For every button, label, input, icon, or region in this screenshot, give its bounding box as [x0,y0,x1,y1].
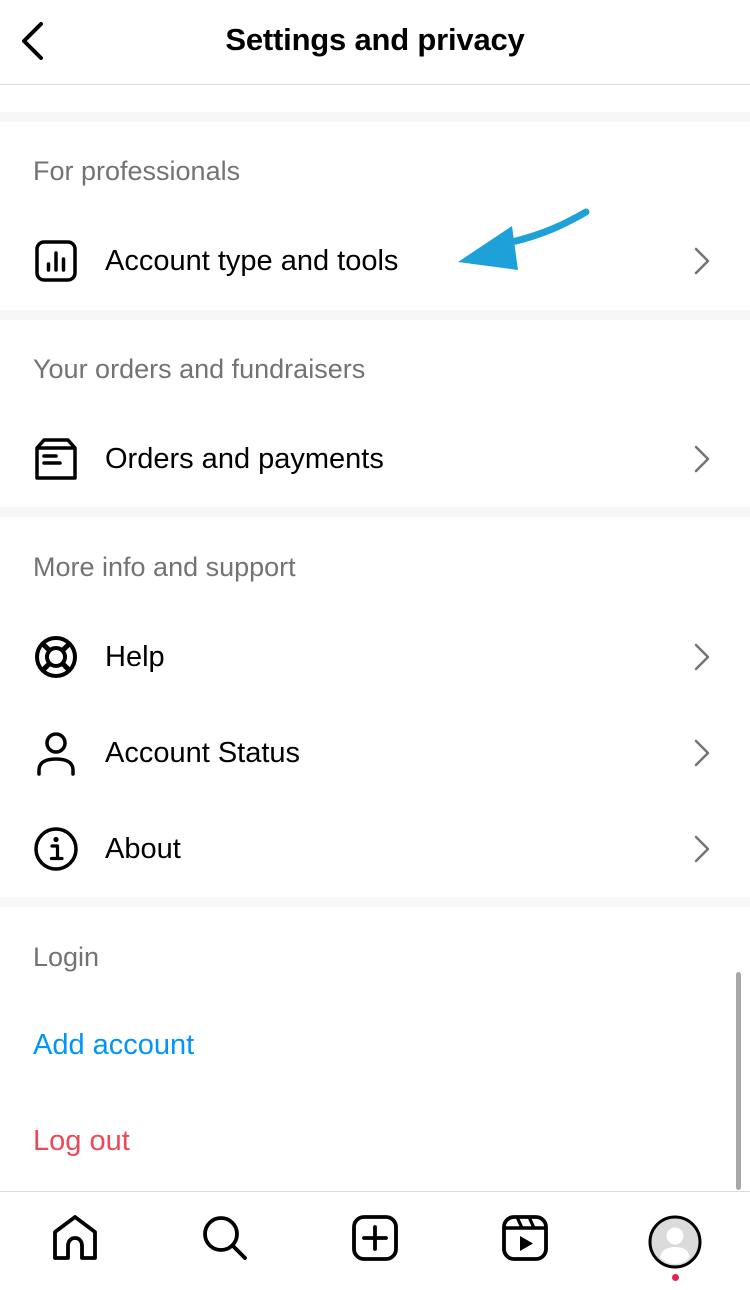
plus-square-icon [352,1215,398,1261]
section-divider [0,897,750,907]
menu-item-orders-and-payments[interactable]: Orders and payments [0,419,750,499]
chevron-right-icon [690,832,714,866]
section-label-more-info-and-support: More info and support [33,552,296,582]
section-label-orders-and-fundraisers: Your orders and fundraisers [33,354,366,384]
menu-item-label: Orders and payments [105,442,384,475]
section-label-for-professionals: For professionals [33,156,241,186]
menu-item-label: Help [105,640,165,673]
top-nav-bar: Settings and privacy [0,0,750,85]
lifebuoy-icon [33,634,79,680]
avatar-icon [648,1215,702,1269]
chevron-right-icon [690,244,714,278]
search-icon [203,1216,247,1260]
menu-item-help[interactable]: Help [0,617,750,697]
info-icon [33,826,79,872]
bar-chart-icon [33,238,79,284]
page-title: Settings and privacy [225,22,525,57]
person-icon [33,730,79,776]
section-label-login: Login [33,942,100,972]
chevron-right-icon [690,640,714,674]
section-divider [0,112,750,122]
section-divider [0,310,750,320]
section-divider [0,507,750,517]
menu-item-about[interactable]: About [0,809,750,889]
menu-item-account-type-and-tools[interactable]: Account type and tools [0,221,750,301]
notification-dot [672,1274,679,1281]
log-out-link[interactable]: Log out [33,1125,130,1158]
add-account-link[interactable]: Add account [33,1029,194,1062]
home-icon [53,1215,97,1260]
menu-item-account-status[interactable]: Account Status [0,713,750,793]
package-icon [33,436,79,482]
tab-create[interactable] [347,1210,403,1266]
tab-search[interactable] [197,1210,253,1266]
menu-item-label: Account Status [105,736,301,769]
chevron-right-icon [690,442,714,476]
reels-icon [502,1215,548,1261]
tab-reels[interactable] [497,1210,553,1266]
tab-home[interactable] [47,1210,103,1266]
chevron-right-icon [690,736,714,770]
scrollbar[interactable] [736,972,741,1190]
bottom-tab-bar [0,1191,750,1290]
menu-item-label: Account type and tools [105,244,399,277]
tab-profile[interactable] [646,1213,704,1271]
menu-item-label: About [105,832,181,865]
